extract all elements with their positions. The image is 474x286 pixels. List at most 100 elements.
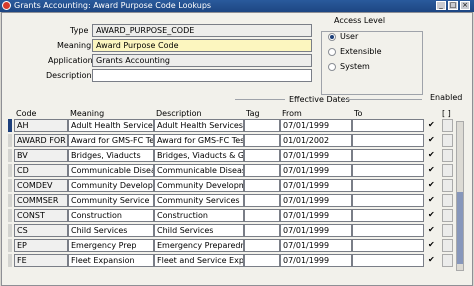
cell-code[interactable]: CS [14,224,68,237]
close-button[interactable]: × [460,1,470,10]
cell-to[interactable] [352,209,424,222]
cell-from[interactable]: 07/01/1999 [280,164,352,177]
description-field[interactable] [92,69,312,82]
meaning-field[interactable]: Award Purpose Code [92,39,312,52]
row-selector[interactable] [8,119,12,132]
row-selector[interactable] [8,179,12,192]
cell-tag[interactable] [244,224,280,237]
cell-description[interactable]: Community Services [154,194,244,207]
cell-code[interactable]: CONST [14,209,68,222]
enabled-checkbox[interactable]: ✔ [428,135,435,144]
minimize-button[interactable]: _ [436,1,446,10]
cell-meaning[interactable]: Communicable Disease [68,164,154,177]
cell-to[interactable] [352,134,424,147]
enabled-checkbox[interactable]: ✔ [428,120,435,129]
cell-code[interactable]: COMMSER [14,194,68,207]
cell-description[interactable]: Community Developmen [154,179,244,192]
cell-description[interactable]: Child Services [154,224,244,237]
row-selector[interactable] [8,149,12,162]
cell-tag[interactable] [244,239,280,252]
cell-from[interactable]: 07/01/1999 [280,224,352,237]
cell-meaning[interactable]: Community Developme [68,179,154,192]
row-selector[interactable] [8,224,12,237]
cell-from[interactable]: 07/01/1999 [280,209,352,222]
cell-tag[interactable] [244,119,280,132]
cell-tag[interactable] [244,209,280,222]
cell-code[interactable]: AWARD FOR [14,134,68,147]
descriptive-flexfield-box[interactable] [442,119,453,132]
scrollbar-thumb[interactable] [457,192,463,264]
cell-meaning[interactable]: Fleet Expansion [68,254,154,267]
cell-description[interactable]: Bridges, Viaducts & Gra [154,149,244,162]
cell-from[interactable]: 07/01/1999 [280,149,352,162]
cell-to[interactable] [352,119,424,132]
radio-system[interactable] [328,63,336,71]
row-selector[interactable] [8,239,12,252]
descriptive-flexfield-box[interactable] [442,194,453,207]
cell-meaning[interactable]: Community Service [68,194,154,207]
cell-description[interactable]: Construction [154,209,244,222]
cell-to[interactable] [352,194,424,207]
cell-code[interactable]: AH [14,119,68,132]
enabled-checkbox[interactable]: ✔ [428,165,435,174]
cell-meaning[interactable]: Award for GMS-FC Te: [68,134,154,147]
row-selector[interactable] [8,209,12,222]
radio-user[interactable] [328,33,336,41]
cell-to[interactable] [352,254,424,267]
enabled-checkbox[interactable]: ✔ [428,195,435,204]
cell-description[interactable]: Communicable Disease [154,164,244,177]
cell-code[interactable]: EP [14,239,68,252]
cell-description[interactable]: Fleet and Service Expar [154,254,244,267]
cell-from[interactable]: 07/01/1999 [280,119,352,132]
cell-description[interactable]: Emergency Preparedne [154,239,244,252]
maximize-button[interactable]: □ [448,1,458,10]
cell-meaning[interactable]: Construction [68,209,154,222]
descriptive-flexfield-box[interactable] [442,179,453,192]
cell-to[interactable] [352,224,424,237]
cell-from[interactable]: 07/01/1999 [280,239,352,252]
cell-from[interactable]: 07/01/1999 [280,179,352,192]
cell-code[interactable]: BV [14,149,68,162]
cell-to[interactable] [352,149,424,162]
cell-meaning[interactable]: Adult Health Services [68,119,154,132]
application-field[interactable]: Grants Accounting [92,54,312,67]
cell-from[interactable]: 07/01/1999 [280,254,352,267]
radio-extensible[interactable] [328,48,336,56]
enabled-checkbox[interactable]: ✔ [428,210,435,219]
row-selector[interactable] [8,194,12,207]
descriptive-flexfield-box[interactable] [442,164,453,177]
cell-code[interactable]: COMDEV [14,179,68,192]
cell-code[interactable]: FE [14,254,68,267]
type-field[interactable]: AWARD_PURPOSE_CODE [92,24,312,37]
cell-from[interactable]: 07/01/1999 [280,194,352,207]
cell-tag[interactable] [244,164,280,177]
cell-tag[interactable] [244,134,280,147]
cell-meaning[interactable]: Child Services [68,224,154,237]
cell-to[interactable] [352,239,424,252]
enabled-checkbox[interactable]: ✔ [428,255,435,264]
cell-tag[interactable] [244,254,280,267]
cell-description[interactable]: Award for GMS-FC Test [154,134,244,147]
descriptive-flexfield-box[interactable] [442,239,453,252]
cell-from[interactable]: 01/01/2002 [280,134,352,147]
vertical-scrollbar[interactable] [456,121,464,271]
descriptive-flexfield-box[interactable] [442,254,453,267]
cell-meaning[interactable]: Emergency Prep [68,239,154,252]
descriptive-flexfield-box[interactable] [442,149,453,162]
cell-meaning[interactable]: Bridges, Viaducts [68,149,154,162]
descriptive-flexfield-box[interactable] [442,209,453,222]
cell-tag[interactable] [244,179,280,192]
enabled-checkbox[interactable]: ✔ [428,240,435,249]
cell-tag[interactable] [244,149,280,162]
enabled-checkbox[interactable]: ✔ [428,150,435,159]
row-selector[interactable] [8,164,12,177]
descriptive-flexfield-box[interactable] [442,134,453,147]
cell-tag[interactable] [244,194,280,207]
enabled-checkbox[interactable]: ✔ [428,180,435,189]
enabled-checkbox[interactable]: ✔ [428,225,435,234]
descriptive-flexfield-box[interactable] [442,224,453,237]
cell-description[interactable]: Adult Health Services [154,119,244,132]
row-selector[interactable] [8,134,12,147]
cell-code[interactable]: CD [14,164,68,177]
cell-to[interactable] [352,179,424,192]
